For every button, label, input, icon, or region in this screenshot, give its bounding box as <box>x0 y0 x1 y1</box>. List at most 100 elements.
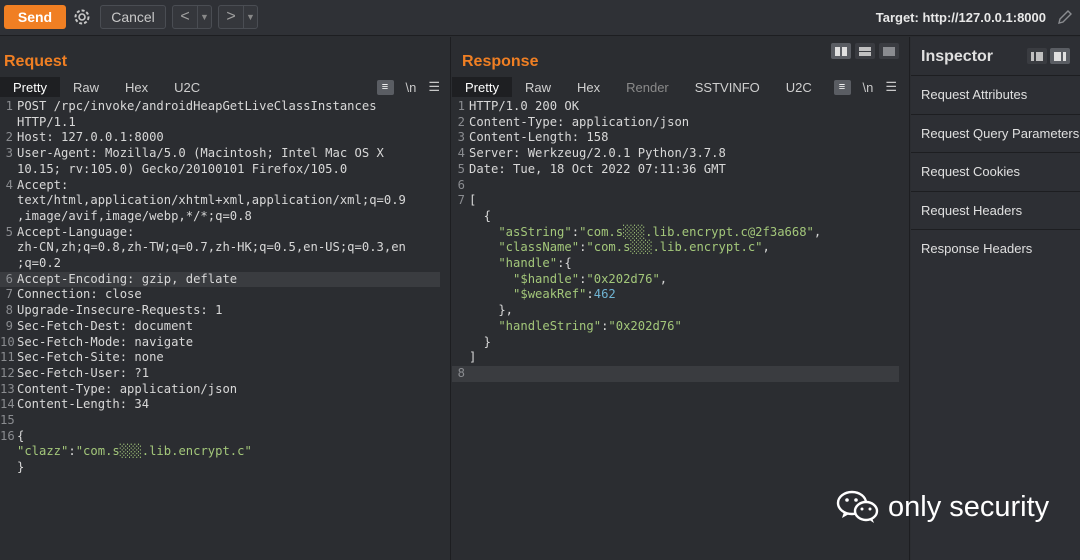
code-text: User-Agent: Mozilla/5.0 (Macintosh; Inte… <box>17 146 384 161</box>
target-label: Target: http://127.0.0.1:8000 <box>875 10 1046 25</box>
code-text: "handleString":"0x202d76" <box>468 319 681 335</box>
code-text: 10.15; rv:105.0) Gecko/20100101 Firefox/… <box>17 161 348 176</box>
layout-side-by-side-icon[interactable] <box>831 43 851 59</box>
layout-stacked-icon[interactable] <box>855 43 875 59</box>
line-number <box>452 209 468 225</box>
tab-sstvinfo[interactable]: SSTVINFO <box>682 77 773 97</box>
code-line: ] <box>452 350 909 366</box>
code-line: 8 Upgrade-Insecure-Requests: 1 <box>0 303 450 319</box>
word-wrap-icon[interactable]: ≡ <box>376 79 394 95</box>
request-editor[interactable]: 1 POST /rpc/invoke/androidHeapGetLiveClas… <box>0 99 450 560</box>
code-line: 15 <box>0 413 450 429</box>
tab-pretty[interactable]: Pretty <box>452 77 512 97</box>
inspector-layout-list-icon[interactable] <box>1027 48 1047 64</box>
code-text: Content-Length: 158 <box>469 130 609 145</box>
code-text: Sec-Fetch-Mode: navigate <box>17 334 194 349</box>
cancel-button[interactable]: Cancel <box>100 5 166 29</box>
response-panel: Response Pretty Raw Hex Render SSTVINFO … <box>452 37 910 560</box>
inspector-item-request-query-parameters[interactable]: Request Query Parameters <box>911 113 1080 153</box>
json-separator: :{ <box>557 256 572 271</box>
tab-pretty[interactable]: Pretty <box>0 77 60 97</box>
code-line: { <box>452 209 909 225</box>
code-line: 3 Content-Length: 158 <box>452 130 909 146</box>
send-button[interactable]: Send <box>4 5 66 29</box>
code-text: Host: 127.0.0.1:8000 <box>17 130 164 145</box>
json-string: "com.s░░░.lib.encrypt.c" <box>586 240 763 255</box>
code-line: "handleString":"0x202d76" <box>452 319 909 335</box>
tab-render[interactable]: Render <box>613 77 682 97</box>
inspector-item-request-cookies[interactable]: Request Cookies <box>911 152 1080 191</box>
code-line: 12 Sec-Fetch-User: ?1 <box>0 366 450 382</box>
json-punctuation: , <box>813 224 822 239</box>
line-number: 15 <box>0 413 15 428</box>
code-text: text/html,application/xhtml+xml,applicat… <box>17 193 406 208</box>
code-line: "handle":{ <box>452 256 909 272</box>
back-button[interactable]: < ▼ <box>172 5 212 29</box>
chevron-down-icon[interactable]: ▼ <box>197 6 211 28</box>
line-number: 8 <box>5 303 13 318</box>
code-line: 6 <box>452 178 909 194</box>
line-number <box>0 444 16 460</box>
forward-button[interactable]: > ▼ <box>218 5 258 29</box>
pencil-icon[interactable] <box>1056 8 1074 26</box>
line-number: 7 <box>5 287 13 302</box>
code-line: 5 Date: Tue, 18 Oct 2022 07:11:36 GMT <box>452 162 909 178</box>
request-title: Request <box>4 53 68 70</box>
json-key: "$handle" <box>469 271 580 286</box>
code-line: 2 Content-Type: application/json <box>452 115 909 131</box>
code-text: "className":"com.s░░░.lib.encrypt.c", <box>468 240 770 256</box>
menu-icon[interactable]: ☰ <box>885 79 897 95</box>
code-text: Content-Length: 34 <box>17 397 150 412</box>
line-number: 9 <box>5 318 13 333</box>
inspector-list: Request Attributes Request Query Paramet… <box>911 75 1080 268</box>
layout-tabs-icon[interactable] <box>879 43 899 59</box>
code-line: 9 Sec-Fetch-Dest: document <box>0 319 450 335</box>
line-number: 13 <box>0 381 15 396</box>
code-line: 4 Accept: <box>0 178 450 194</box>
json-key: "asString" <box>469 224 572 239</box>
tab-hex[interactable]: Hex <box>112 77 161 97</box>
code-line: ;q=0.2 <box>0 256 450 272</box>
line-number <box>0 256 16 272</box>
code-line: "clazz":"com.s░░░.lib.encrypt.c" <box>0 444 450 460</box>
gear-icon[interactable] <box>72 7 92 27</box>
code-text: Accept-Language: <box>17 224 135 239</box>
code-line: } <box>452 335 909 351</box>
menu-icon[interactable]: ☰ <box>428 79 440 95</box>
inspector-item-request-headers[interactable]: Request Headers <box>911 190 1080 230</box>
code-line: "$weakRef":462 <box>452 287 909 303</box>
code-text: Server: Werkzeug/2.0.1 Python/3.7.8 <box>469 146 726 161</box>
code-line: 8 <box>452 365 899 382</box>
code-line: 10.15; rv:105.0) Gecko/20100101 Firefox/… <box>0 162 450 178</box>
code-line: 16{ <box>0 429 450 445</box>
line-number <box>0 460 16 476</box>
code-line: ,image/avif,image/webp,*/*;q=0.8 <box>0 209 450 225</box>
code-text: [ <box>469 193 477 208</box>
json-separator: : <box>571 224 580 239</box>
code-line: }, <box>452 303 909 319</box>
tab-u2c[interactable]: U2C <box>773 77 825 97</box>
chevron-down-icon[interactable]: ▼ <box>243 6 257 28</box>
code-line: HTTP/1.1 <box>0 115 450 131</box>
line-number: 2 <box>5 130 13 145</box>
tab-raw[interactable]: Raw <box>60 77 112 97</box>
inspector-panel: Inspector Request Attributes Request Que… <box>911 37 1080 560</box>
code-text: zh-CN,zh;q=0.8,zh-TW;q=0.7,zh-HK;q=0.5,e… <box>17 240 406 255</box>
inspector-item-response-headers[interactable]: Response Headers <box>911 229 1080 268</box>
inspector-item-request-attributes[interactable]: Request Attributes <box>911 75 1080 114</box>
tab-raw[interactable]: Raw <box>512 77 564 97</box>
word-wrap-icon[interactable]: ≡ <box>833 79 851 95</box>
line-number <box>452 319 468 335</box>
line-number: 4 <box>5 177 13 192</box>
newline-toggle[interactable]: \n <box>863 80 874 95</box>
code-line: 4 Server: Werkzeug/2.0.1 Python/3.7.8 <box>452 146 909 162</box>
json-string: "com.s░░░.lib.encrypt.c" <box>75 444 252 459</box>
tab-hex[interactable]: Hex <box>564 77 613 97</box>
code-text: "$weakRef":462 <box>468 287 616 303</box>
inspector-layout-panel-icon[interactable] <box>1050 48 1070 64</box>
tab-u2c[interactable]: U2C <box>161 77 213 97</box>
chevron-left-icon: < <box>180 8 190 25</box>
newline-toggle[interactable]: \n <box>406 80 417 95</box>
json-key: "clazz" <box>17 444 69 459</box>
